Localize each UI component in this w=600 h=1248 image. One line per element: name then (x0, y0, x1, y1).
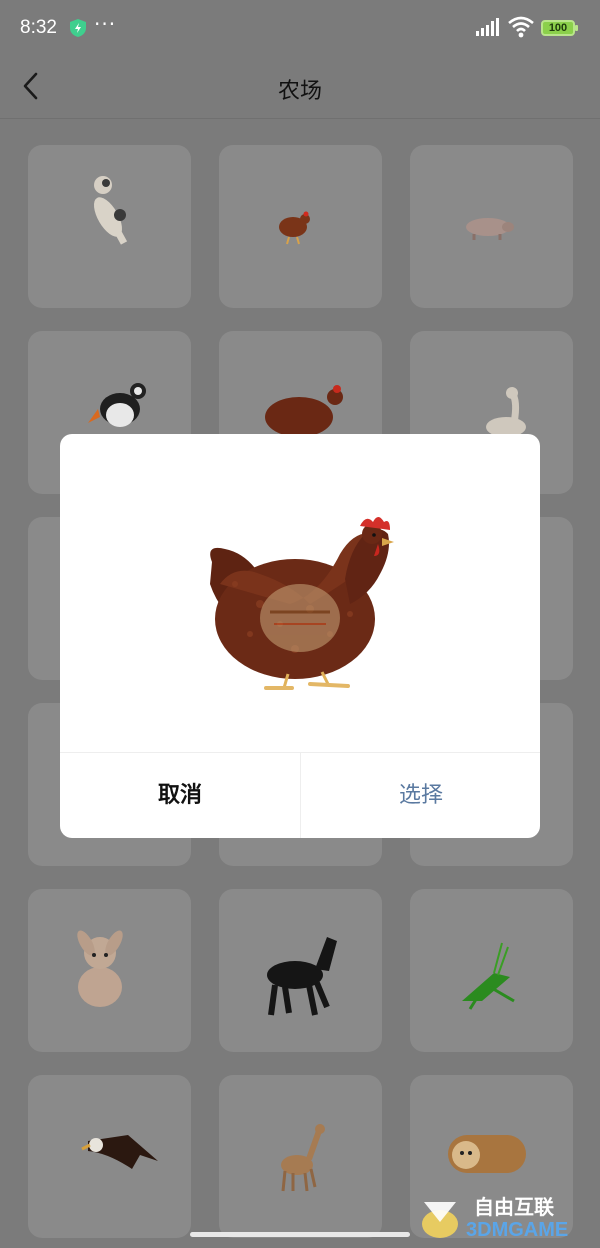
dog-icon (94, 176, 128, 245)
horse-icon (267, 937, 337, 1016)
signal-icon (476, 18, 499, 36)
battery-icon: 100 (541, 20, 578, 36)
chicken-icon (279, 211, 310, 245)
rabbit-icon (77, 930, 123, 1007)
watermark-text: 自由互联 (474, 1195, 554, 1219)
page-title: 农场 (277, 79, 322, 104)
hen-icon (210, 517, 394, 690)
deer-icon (281, 1124, 325, 1192)
status-time: 8:32 (20, 17, 57, 38)
animal-card[interactable] (28, 1075, 191, 1238)
animal-card[interactable] (28, 889, 191, 1052)
pig-icon (466, 218, 514, 240)
cancel-button[interactable]: 取消 (60, 753, 300, 838)
more-notifications-icon: ··· (94, 12, 117, 36)
eagle-icon (81, 1135, 158, 1169)
animal-card[interactable] (219, 1075, 382, 1238)
animal-card[interactable] (410, 889, 573, 1052)
select-button[interactable]: 选择 (300, 753, 540, 838)
animal-card[interactable] (410, 145, 573, 308)
watermark-subtext: 3DMGAME (466, 1219, 568, 1241)
dialog-actions: 取消 选择 (60, 752, 540, 838)
animal-card[interactable] (219, 889, 382, 1052)
watermark-logo: 自由互联 3DMGAME (422, 1195, 568, 1241)
header: 农场 (0, 56, 600, 119)
status-bar: 8:32 ··· 100 (0, 0, 600, 56)
select-animal-dialog: 取消 选择 (60, 434, 540, 838)
animal-card[interactable] (28, 145, 191, 308)
home-indicator[interactable] (190, 1232, 410, 1237)
grasshopper-icon (462, 942, 515, 1010)
wifi-icon (508, 16, 534, 38)
shield-icon (70, 19, 86, 37)
animal-card[interactable] (219, 145, 382, 308)
